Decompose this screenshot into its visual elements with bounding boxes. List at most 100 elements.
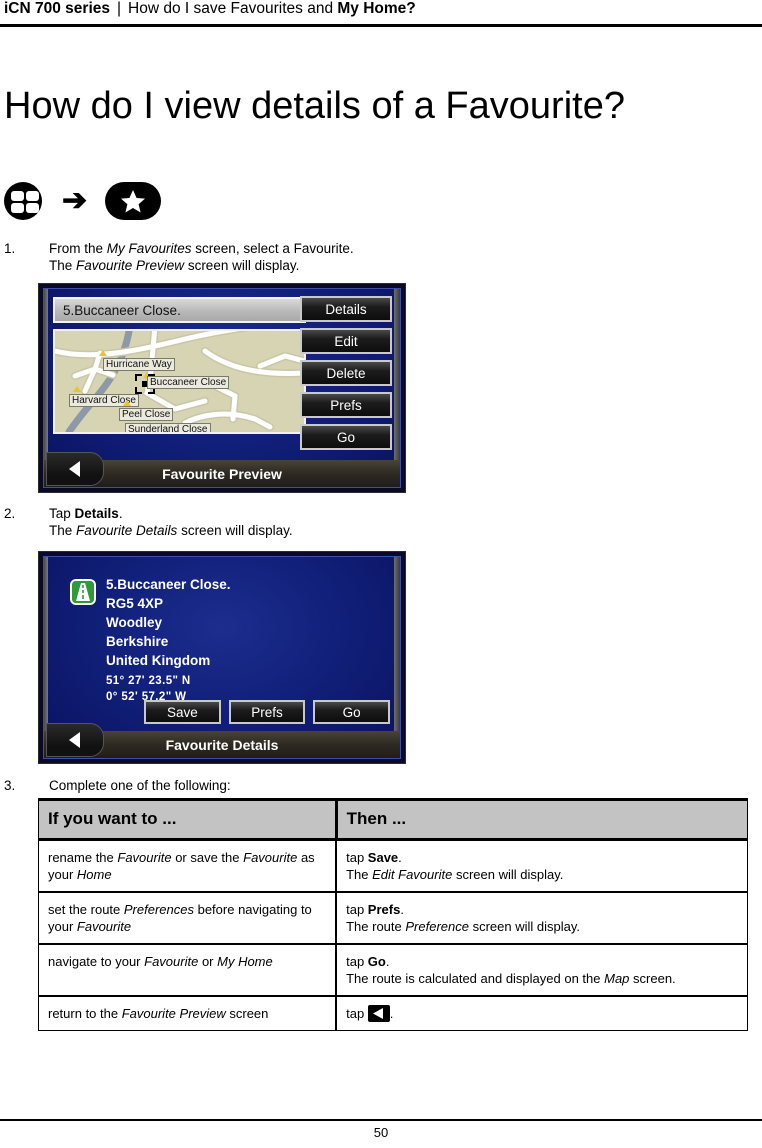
step-2-line-2-a: The [49,523,77,538]
condition-0-part-0: rename the [48,850,118,865]
map-view[interactable]: Hurricane Way Buccaneer Close Harvard Cl… [53,329,306,434]
edit-button[interactable]: Edit [300,328,392,354]
go-button[interactable]: Go [300,424,392,450]
map-label: Buccaneer Close [147,376,230,389]
options-table: If you want to ... Then ... rename the F… [38,798,749,1031]
action2-2-part-2: screen. [629,971,676,986]
step-2: 2. Tap Details. The Favourite Details sc… [4,505,524,539]
table-header-if-you-want-to: If you want to ... [38,798,338,841]
condition-2-part-1: Favourite [144,954,199,969]
map-label: Sunderland Close [125,423,211,432]
step-2-line-1-bold: Details [74,506,119,521]
table-cell-condition: return to the Favourite Preview screen [38,995,338,1031]
table-body: rename the Favourite or save the Favouri… [38,838,749,1031]
condition-3-part-0: return to the [48,1006,122,1021]
condition-1-part-3: Favourite [76,919,132,934]
action2-0-part-2: screen will display. [452,867,564,882]
device-right-edge [394,289,400,487]
step-1-line-1-b: screen, select a Favourite. [191,241,354,256]
back-button[interactable] [46,723,104,757]
step-2-line-1: Tap Details. [49,505,524,522]
preview-button-column: Details Edit Delete Prefs Go [300,296,392,456]
step-1: 1. From the My Favourites screen, select… [4,240,524,274]
address-line: 5.Buccaneer Close. [106,577,231,592]
step-3: 3. Complete one of the following: [4,777,524,794]
step-2-line-1-b: . [118,506,123,521]
prefs-button[interactable]: Prefs [228,700,306,724]
action-line-2: The route Preference screen will display… [346,918,738,935]
step-1-line-2-a: The [49,258,77,273]
table-cell-action: tap Go. The route is calculated and displ… [335,943,749,997]
device-right-edge [394,557,400,758]
step-1-line-1: From the My Favourites screen, select a … [49,240,524,257]
condition-2-part-2: or [198,954,218,969]
action1-1-part-1: Prefs [367,902,401,917]
action2-1-part-1: Preference [405,919,469,934]
map-label: Hurricane Way [103,358,175,371]
footer-rule [0,1119,762,1121]
prefs-button[interactable]: Prefs [300,392,392,418]
road-place-icon [70,579,96,605]
action1-3-part-2: . [389,1006,394,1021]
map-label: Peel Close [119,408,174,421]
go-button[interactable]: Go [313,700,391,724]
action1-1-part-2: . [400,902,404,917]
details-screen-body: 5.Buccaneer Close. RG5 4XP Woodley Berks… [43,556,401,759]
address-line: United Kingdom [106,653,211,668]
action1-0-part-0: tap [346,850,368,865]
action1-0-part-2: . [398,850,402,865]
step-1-number: 1. [4,241,16,256]
table-row: set the route Preferences before navigat… [38,891,749,945]
action-line-1: tap Go. [346,953,738,970]
table-row: rename the Favourite or save the Favouri… [38,838,749,893]
action1-3-part-0: tap [346,1006,368,1021]
action2-1-part-2: screen will display. [468,919,580,934]
document-page: iCN 700 series | How do I save Favourites … [0,0,762,1148]
section-title-plain: How do I save Favourites and [128,0,338,17]
address-line: RG5 4XP [106,596,164,611]
action2-2-part-0: The route is calculated and displayed on… [346,971,605,986]
action2-1-part-0: The route [346,919,406,934]
section-title-bold: My Home? [337,0,416,17]
action1-2-part-0: tap [346,954,368,969]
action-line-1: tap . [346,1005,738,1022]
action-line-2: The route is calculated and displayed on… [346,970,738,987]
back-chevron-icon [69,732,80,748]
action2-0-part-0: The [346,867,373,882]
condition-1-part-1: Preferences [123,902,194,917]
running-header: iCN 700 series | How do I save Favourites … [0,0,762,27]
table-row: navigate to your Favourite or My Home tap… [38,943,749,997]
favourite-address-bar[interactable]: 5.Buccaneer Close. [53,297,306,323]
action-line-1: tap Save. [346,849,738,866]
step-1-line-2: The Favourite Preview screen will displa… [49,257,524,274]
table-row: return to the Favourite Preview screen ta… [38,995,749,1031]
header-rule [0,24,762,27]
preview-screen-body: 5.Buccaneer Close. Hurricane Way Buccane… [43,288,401,488]
condition-0-part-3: Favourite [243,850,298,865]
step-2-line-2-italic: Favourite Details [76,523,178,538]
condition-0-part-2: or save the [171,850,244,865]
details-button-row: Save Prefs Go [144,700,391,724]
back-button[interactable] [46,452,104,486]
action1-2-part-2: . [385,954,390,969]
condition-3-part-2: screen [225,1006,269,1021]
table-cell-action: tap . [335,995,749,1031]
step-1-line-1-italic: My Favourites [106,241,192,256]
step-1-body: From the My Favourites screen, select a … [49,240,524,274]
table-cell-action: tap Save. The Edit Favourite screen will … [335,838,749,893]
delete-button[interactable]: Delete [300,360,392,386]
action1-0-part-1: Save [367,850,399,865]
table-cell-action: tap Prefs. The route Preference screen wi… [335,891,749,945]
map-marker-icon [73,386,81,392]
action2-2-part-1: Map [604,971,630,986]
page-number: 50 [373,1125,389,1140]
save-button[interactable]: Save [144,700,221,724]
screenshot-favourite-preview: 5.Buccaneer Close. Hurricane Way Buccane… [38,283,406,493]
back-chevron-icon[interactable] [367,1005,390,1022]
running-header-text: iCN 700 series | How do I save Favourites … [4,0,416,18]
details-button[interactable]: Details [300,296,392,322]
condition-0-part-5: Home [76,867,112,882]
menu-grid-icon [4,182,42,220]
step-1-line-1-a: From the [49,241,107,256]
action1-1-part-0: tap [346,902,368,917]
